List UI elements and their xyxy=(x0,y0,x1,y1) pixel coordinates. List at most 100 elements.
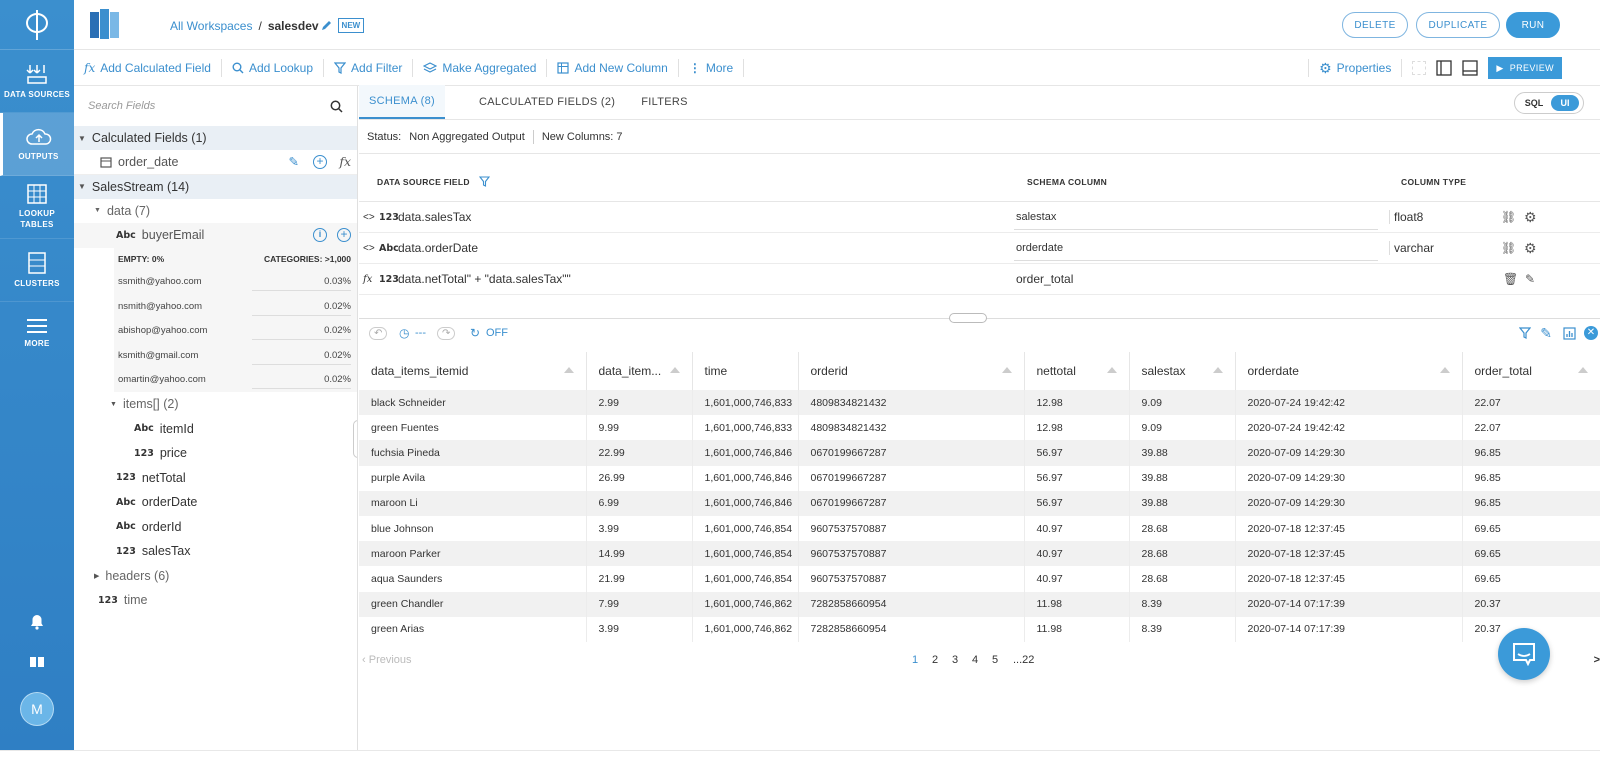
field-row[interactable]: Abc itemId xyxy=(74,417,357,442)
schema-column-input[interactable]: salestax xyxy=(1014,205,1378,230)
split-horizontal-icon[interactable] xyxy=(1462,60,1479,76)
table-row[interactable]: green Chandler 7.99 1,601,000,746,862 72828… xyxy=(359,591,1600,617)
expand-icon[interactable] xyxy=(1412,61,1427,75)
duplicate-button[interactable]: DUPLICATE xyxy=(1416,12,1500,38)
column-type-select[interactable]: varchar xyxy=(1389,241,1481,255)
field-row[interactable]: Abc orderId xyxy=(74,515,357,540)
app-logo[interactable] xyxy=(0,0,74,50)
table-row[interactable]: purple Avila 26.99 1,601,000,746,846 067019… xyxy=(359,465,1600,491)
add-circle-icon[interactable]: + xyxy=(337,228,351,243)
calculated-fields-group[interactable]: ▼ Calculated Fields (1) xyxy=(74,126,357,150)
search-fields-box[interactable]: Search Fields xyxy=(74,86,357,126)
column-header[interactable]: salestax xyxy=(1129,352,1236,390)
table-row[interactable]: green Arias 3.99 1,601,000,746,862 72828586… xyxy=(359,616,1600,642)
filter-icon[interactable] xyxy=(1519,327,1531,339)
properties-button[interactable]: ⚙ Properties xyxy=(1308,59,1403,77)
info-icon[interactable]: i xyxy=(313,228,327,243)
table-row[interactable]: maroon Parker 14.99 1,601,000,746,854 96075… xyxy=(359,541,1600,567)
field-row[interactable]: 123 time xyxy=(74,588,357,613)
page-link[interactable]: 2 xyxy=(932,654,938,666)
page-link[interactable]: 1 xyxy=(912,654,918,666)
split-vertical-icon[interactable] xyxy=(1436,60,1453,76)
table-row[interactable]: blue Johnson 3.99 1,601,000,746,854 9607537… xyxy=(359,515,1600,542)
field-row[interactable]: 123 price xyxy=(74,441,357,466)
previous-page-button[interactable]: ‹ Previous xyxy=(362,654,412,666)
column-header[interactable]: orderdate xyxy=(1235,352,1463,390)
column-header[interactable]: order_total xyxy=(1462,352,1600,390)
run-button[interactable]: RUN xyxy=(1506,12,1560,38)
sql-option[interactable]: SQL xyxy=(1517,98,1551,108)
nav-lookup-tables[interactable]: LOOKUP TABLES xyxy=(0,176,74,239)
tab-schema[interactable]: SCHEMA (8) xyxy=(359,85,445,119)
unlink-icon[interactable]: ⛓ xyxy=(1501,210,1516,224)
field-row[interactable]: Abc orderDate xyxy=(74,490,357,515)
search-input[interactable]: Search Fields xyxy=(88,100,155,112)
sql-ui-toggle[interactable]: SQL UI xyxy=(1514,92,1584,114)
field-row[interactable]: 123 netTotal xyxy=(74,466,357,491)
column-type-select[interactable]: float8 xyxy=(1389,210,1481,224)
docs-book-icon[interactable] xyxy=(0,642,74,682)
chart-icon[interactable] xyxy=(1563,327,1576,340)
table-row[interactable]: fuchsia Pineda 22.99 1,601,000,746,846 0670… xyxy=(359,440,1600,466)
salesstream-group[interactable]: ▼ SalesStream (14) xyxy=(74,174,357,199)
edit-pencil-icon[interactable]: ✎ xyxy=(1525,272,1535,286)
redo-icon[interactable]: ↷ xyxy=(437,327,456,340)
chat-support-button[interactable] xyxy=(1498,628,1550,680)
schema-row[interactable]: <> Abc data.orderDate orderdate varchar … xyxy=(359,233,1600,264)
items-group[interactable]: ▼ items[] (2) xyxy=(74,392,357,417)
table-row[interactable]: aqua Saunders 21.99 1,601,000,746,854 96075… xyxy=(359,566,1600,592)
page-link[interactable]: 5 xyxy=(992,654,998,666)
page-link[interactable]: 4 xyxy=(972,654,978,666)
edit-pencil-icon[interactable] xyxy=(321,20,332,31)
divider-drag-handle[interactable] xyxy=(949,313,987,323)
more-button[interactable]: ⋮ More xyxy=(679,58,745,77)
column-header[interactable]: orderid xyxy=(798,352,1025,390)
gear-icon[interactable]: ⚙ xyxy=(1524,240,1537,257)
nav-outputs[interactable]: OUTPUTS xyxy=(0,113,74,176)
field-row[interactable]: 123 salesTax xyxy=(74,539,357,564)
column-header[interactable]: data_item... xyxy=(586,352,693,390)
column-header[interactable]: nettotal xyxy=(1024,352,1130,390)
headers-group[interactable]: ▶ headers (6) xyxy=(74,564,357,589)
page-link[interactable]: ...22 xyxy=(1013,654,1034,666)
next-page-button[interactable]: > xyxy=(1594,654,1600,666)
schema-row[interactable]: <> 123 data.salesTax salestax float8 ⛓ ⚙ xyxy=(359,202,1600,233)
auto-refresh-toggle[interactable]: OFF xyxy=(486,327,508,339)
refresh-icon[interactable]: ↻ xyxy=(470,326,480,340)
make-aggregated-button[interactable]: Make Aggregated xyxy=(413,58,548,77)
add-filter-button[interactable]: Add Filter xyxy=(324,58,414,77)
fx-icon[interactable]: fx xyxy=(339,154,351,169)
data-group[interactable]: ▼ data (7) xyxy=(74,199,357,224)
undo-icon[interactable]: ↶ xyxy=(369,327,388,340)
column-header[interactable]: data_items_itemid xyxy=(359,352,587,390)
filter-icon[interactable] xyxy=(479,176,490,187)
gear-icon[interactable]: ⚙ xyxy=(1524,209,1537,226)
edit-pencil-icon[interactable]: ✎ xyxy=(289,154,299,169)
column-header[interactable]: time xyxy=(692,352,799,390)
table-row[interactable]: maroon Li 6.99 1,601,000,746,846 0670199667… xyxy=(359,490,1600,516)
trash-icon[interactable]: 🗑 xyxy=(1503,272,1518,286)
clock-icon[interactable]: ◷ xyxy=(399,326,409,340)
schema-column-input[interactable]: orderdate xyxy=(1014,236,1378,261)
tab-filters[interactable]: FILTERS xyxy=(631,85,698,119)
table-row[interactable]: green Fuentes 9.99 1,601,000,746,833 480983… xyxy=(359,415,1600,441)
breadcrumb-workspaces[interactable]: All Workspaces xyxy=(170,19,252,33)
nav-clusters[interactable]: CLUSTERS xyxy=(0,239,74,302)
calculated-field-row[interactable]: order_date ✎ + fx xyxy=(74,150,357,175)
table-row[interactable]: black Schneider 2.99 1,601,000,746,833 4809… xyxy=(359,390,1600,416)
page-link[interactable]: 3 xyxy=(952,654,958,666)
add-lookup-button[interactable]: Add Lookup xyxy=(222,58,325,77)
edit-pencil-icon[interactable]: ✎ xyxy=(1540,325,1552,342)
avatar[interactable]: M xyxy=(20,692,54,726)
ui-option[interactable]: UI xyxy=(1551,95,1579,111)
schema-row[interactable]: fx 123 data.netTotal" + "data.salesTax""… xyxy=(359,264,1600,295)
close-icon[interactable]: ✕ xyxy=(1584,326,1598,340)
search-icon[interactable] xyxy=(330,100,343,113)
tab-calculated-fields[interactable]: CALCULATED FIELDS (2) xyxy=(469,85,625,119)
preview-button[interactable]: ▶ PREVIEW xyxy=(1488,57,1562,79)
nav-data-sources[interactable]: DATA SOURCES xyxy=(0,50,74,113)
buyer-email-field[interactable]: Abc buyerEmail i + xyxy=(74,223,357,248)
add-circle-icon[interactable]: + xyxy=(313,154,327,169)
add-new-column-button[interactable]: Add New Column xyxy=(547,58,679,77)
nav-more[interactable]: MORE xyxy=(0,302,74,365)
